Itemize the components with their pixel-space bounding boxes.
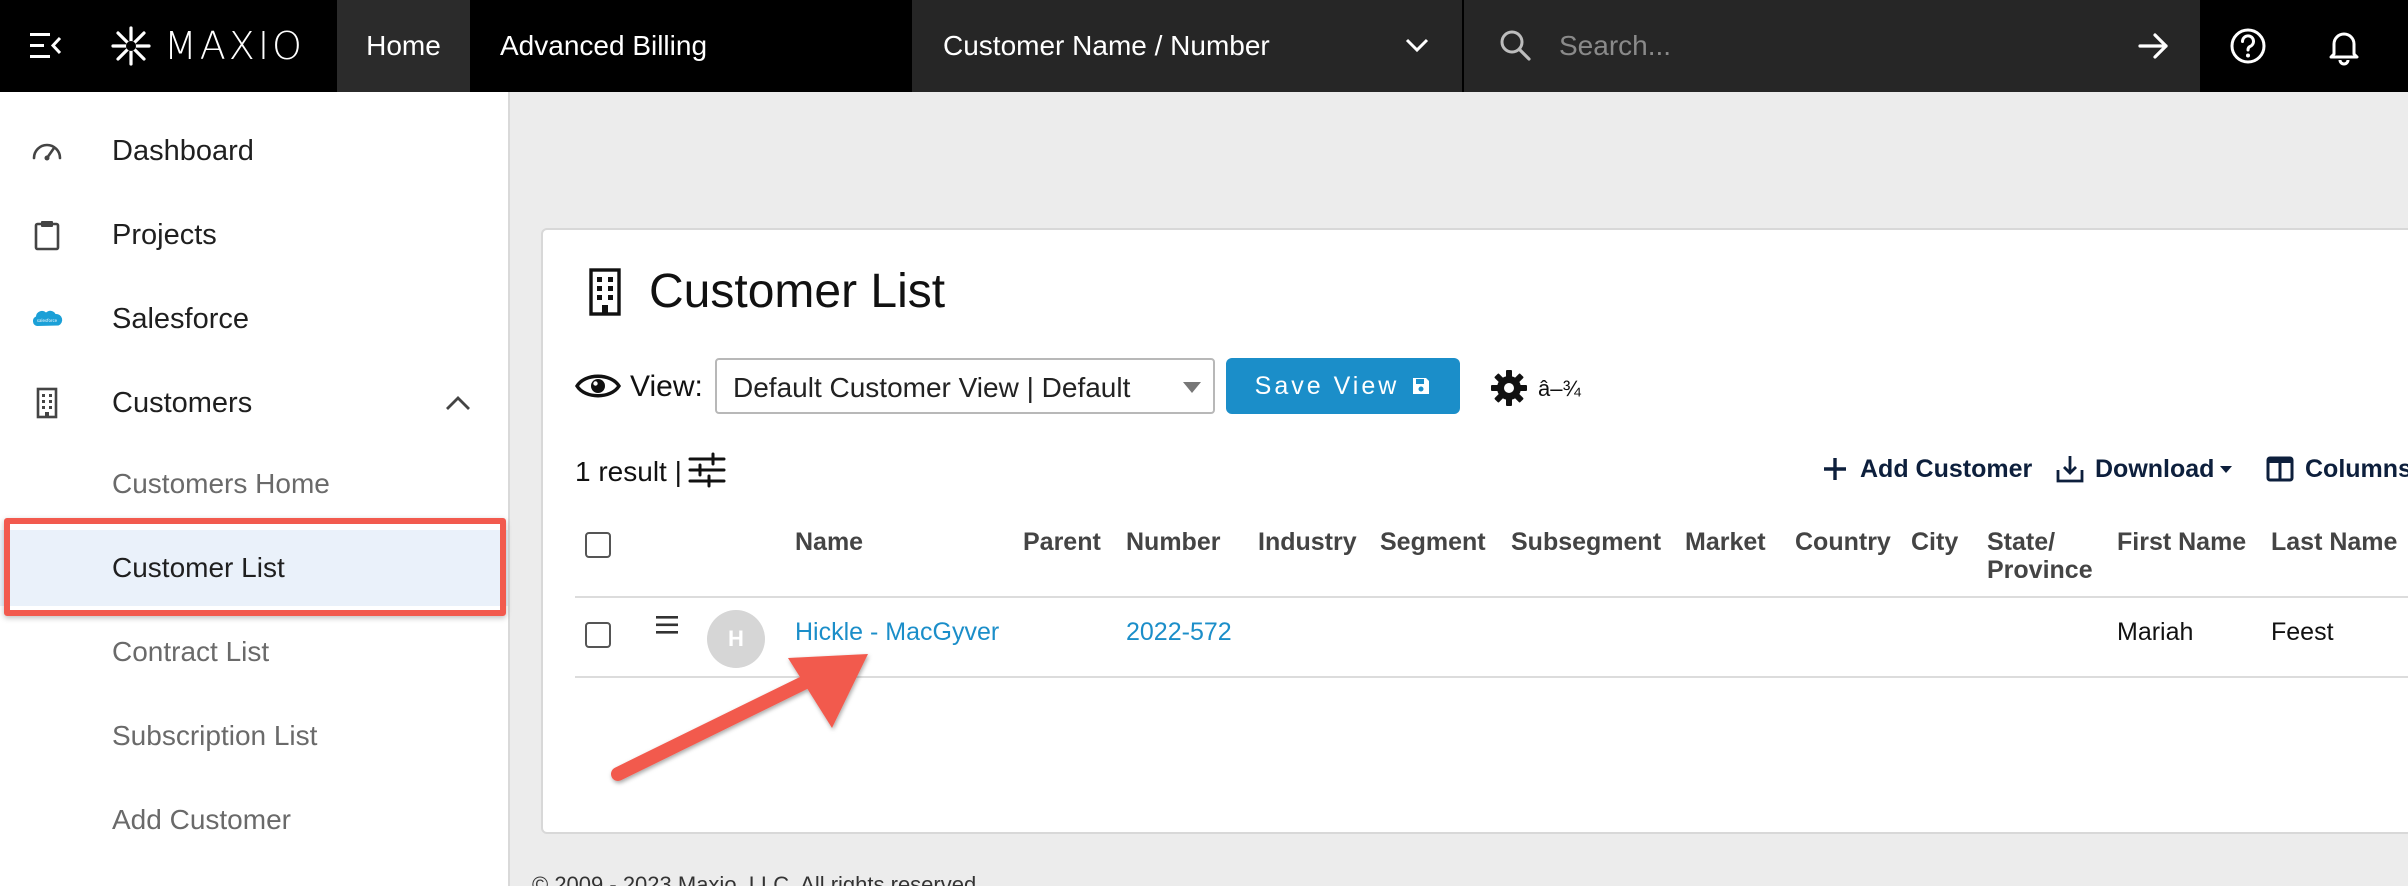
customer-lookup-select[interactable]: Customer Name / Number (912, 0, 1462, 92)
sidebar-subitem-label: Customers Home (112, 468, 330, 499)
column-header-segment[interactable]: Segment (1380, 528, 1486, 556)
customer-number-link[interactable]: 2022-572 (1126, 618, 1232, 647)
sidebar-subitem-customers-home[interactable]: Customers Home (0, 446, 508, 522)
collapse-menu-icon[interactable] (28, 30, 64, 62)
sidebar-item-salesforce[interactable]: salesforce Salesforce (0, 281, 508, 357)
svg-text:salesforce: salesforce (37, 318, 58, 323)
save-view-button[interactable]: Save View (1226, 358, 1460, 414)
view-select[interactable]: Default Customer View | Default (715, 358, 1215, 414)
lookup-select-value: Customer Name / Number (943, 30, 1270, 61)
footer-copyright: © 2009 - 2023 Maxio, LLC. All rights res… (532, 872, 983, 886)
floppy-disk-icon (1413, 378, 1430, 394)
select-all-checkbox[interactable] (585, 532, 611, 558)
arrow-right-icon[interactable] (2136, 28, 2172, 64)
sidebar: Dashboard Projects salesforce Salesforce… (0, 92, 510, 886)
global-search (1464, 0, 2200, 92)
nav-advanced-billing[interactable]: Advanced Billing (470, 0, 737, 92)
sidebar-subitem-label: Contract List (112, 636, 270, 667)
column-header-name[interactable]: Name (795, 528, 863, 556)
column-header-market[interactable]: Market (1685, 528, 1766, 556)
add-customer-button[interactable]: Add Customer (1820, 454, 2032, 484)
chevron-up-icon[interactable] (444, 393, 472, 413)
columns-label: Columns (2305, 454, 2408, 483)
building-icon (589, 267, 621, 316)
sidebar-subitem-label: Subscription List (112, 720, 318, 751)
search-icon (1500, 30, 1531, 61)
dropdown-caret-icon (1183, 382, 1201, 393)
customer-last-name: Feest (2271, 618, 2334, 646)
column-header-last-name[interactable]: Last Name (2271, 528, 2397, 556)
download-caret-icon (2220, 465, 2233, 473)
annotation-highlight-box (4, 518, 506, 616)
gear-menu-caret[interactable]: â–¾ (1538, 376, 1581, 402)
sidebar-subitem-add-customer[interactable]: Add Customer (0, 782, 508, 858)
top-bar: MAXIO Home Advanced Billing Customer Nam… (0, 0, 2408, 92)
gear-icon[interactable] (1489, 368, 1529, 408)
page-title: Customer List (583, 264, 945, 319)
plus-icon (1824, 458, 1846, 480)
maxio-logo-icon (111, 26, 151, 66)
columns-icon (2266, 456, 2294, 482)
column-header-state-province[interactable]: State/ Province (1987, 528, 2093, 584)
column-header-city[interactable]: City (1911, 528, 1958, 556)
download-dropdown[interactable]: Download (2055, 454, 2233, 484)
sidebar-item-label: Customers (112, 386, 253, 419)
customer-first-name: Mariah (2117, 618, 2194, 646)
search-input[interactable] (1559, 24, 2079, 68)
sidebar-item-customers[interactable]: Customers (0, 365, 508, 441)
column-header-subsegment[interactable]: Subsegment (1511, 528, 1661, 556)
add-customer-label: Add Customer (1860, 454, 2033, 483)
result-count: 1 result | (575, 456, 682, 487)
column-header-first-name[interactable]: First Name (2117, 528, 2246, 556)
nav-home[interactable]: Home (337, 0, 470, 92)
help-icon[interactable] (2228, 26, 2268, 66)
header-divider (575, 596, 2408, 598)
view-controls: View: Default Customer View | Default Sa… (575, 358, 1675, 414)
view-select-value: Default Customer View | Default (733, 372, 1131, 403)
sidebar-item-label: Dashboard (112, 134, 254, 167)
save-view-label: Save View (1254, 371, 1400, 400)
brand-logo[interactable]: MAXIO (110, 22, 305, 70)
clipboard-icon (34, 221, 60, 251)
download-icon (2056, 456, 2084, 483)
chevron-down-icon (1405, 38, 1429, 53)
building-icon (36, 387, 58, 419)
download-label: Download (2095, 454, 2215, 483)
column-header-parent[interactable]: Parent (1023, 528, 1101, 556)
brand-name: MAXIO (164, 24, 305, 68)
sidebar-item-label: Projects (112, 218, 217, 251)
salesforce-icon: salesforce (32, 310, 63, 326)
row-menu-icon[interactable] (655, 614, 679, 636)
sidebar-item-dashboard[interactable]: Dashboard (0, 113, 508, 189)
sidebar-item-projects[interactable]: Projects (0, 197, 508, 273)
sidebar-item-label: Salesforce (112, 302, 250, 335)
sidebar-subitem-subscription-list[interactable]: Subscription List (0, 698, 508, 774)
results-toolbar: 1 result | Add Customer Download Columns (575, 448, 2408, 492)
view-label: View: (630, 370, 703, 403)
eye-icon (575, 374, 621, 398)
column-header-number[interactable]: Number (1126, 528, 1220, 556)
sidebar-subitem-contract-list[interactable]: Contract List (0, 614, 508, 690)
filter-sliders-icon[interactable] (687, 452, 727, 488)
column-header-industry[interactable]: Industry (1258, 528, 1357, 556)
annotation-arrow-icon (611, 654, 868, 781)
page-title-text: Customer List (649, 265, 946, 318)
columns-button[interactable]: Columns (2265, 454, 2408, 484)
notifications-bell-icon[interactable] (2324, 26, 2364, 66)
gauge-icon (32, 143, 62, 161)
column-header-country[interactable]: Country (1795, 528, 1891, 556)
sidebar-subitem-label: Add Customer (112, 804, 291, 835)
